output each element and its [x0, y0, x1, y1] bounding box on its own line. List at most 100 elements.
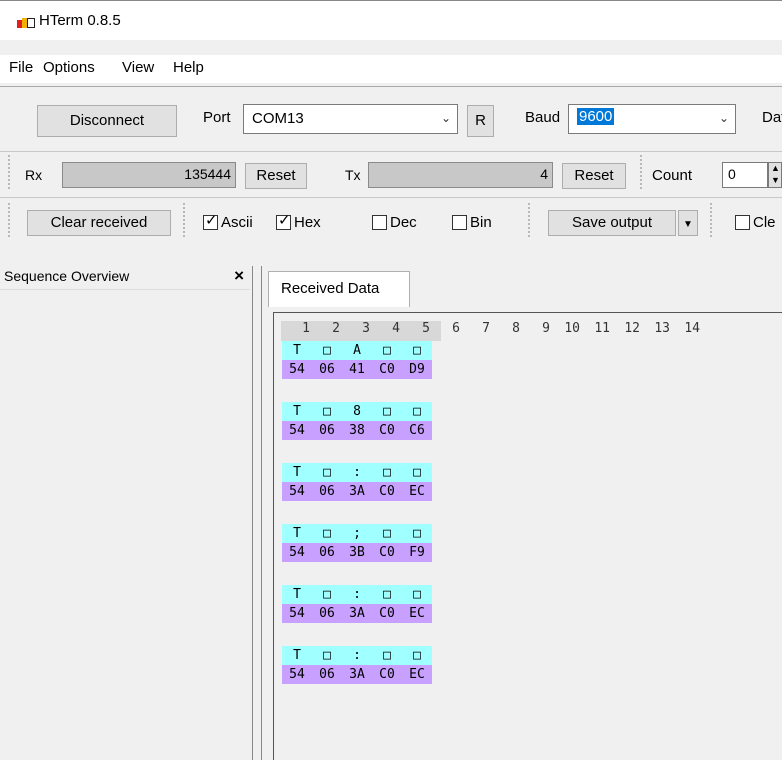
menu-help[interactable]: Help — [173, 59, 204, 76]
ascii-cell: T — [282, 585, 312, 604]
hex-cell: 54 — [282, 604, 312, 623]
save-output-button[interactable]: Save output — [548, 210, 676, 236]
hex-cell: 3A — [342, 665, 372, 684]
ascii-cell: □ — [402, 646, 432, 665]
tx-label: Tx — [345, 167, 361, 183]
sequence-overview-panel: Sequence Overview × — [0, 266, 250, 760]
refresh-ports-button[interactable]: R — [467, 105, 494, 137]
close-icon[interactable]: × — [234, 266, 244, 286]
ascii-cell: □ — [402, 524, 432, 543]
hex-cell: 06 — [312, 360, 342, 379]
tx-value: 4 — [540, 166, 548, 182]
chevron-down-icon: ⌄ — [440, 111, 451, 125]
column-header: 9 — [542, 321, 550, 336]
window-title: HTerm 0.8.5 — [39, 12, 121, 29]
clear-option-checkbox[interactable] — [735, 215, 750, 230]
port-select[interactable]: COM13 ⌄ — [243, 104, 458, 134]
bin-checkbox[interactable] — [452, 215, 467, 230]
hex-cell: 3A — [342, 604, 372, 623]
column-header: 6 — [452, 321, 460, 336]
toolbar-gripper[interactable] — [710, 203, 714, 237]
arrow-up-icon: ▲ — [771, 163, 780, 173]
ascii-cell: A — [342, 341, 372, 360]
ascii-cell: □ — [372, 646, 402, 665]
ascii-cell: T — [282, 402, 312, 421]
toolbar-gripper[interactable] — [8, 203, 12, 237]
ascii-cell: □ — [372, 524, 402, 543]
column-header: 13 — [654, 321, 670, 336]
menu-view[interactable]: View — [122, 59, 154, 76]
column-header: 14 — [684, 321, 700, 336]
menu-file[interactable]: File — [9, 59, 33, 76]
disconnect-button[interactable]: Disconnect — [37, 105, 177, 137]
ascii-cell: □ — [312, 585, 342, 604]
column-header: 11 — [594, 321, 610, 336]
ascii-cell: 8 — [342, 402, 372, 421]
hex-cell: 54 — [282, 543, 312, 562]
sequence-overview-title: Sequence Overview — [4, 268, 130, 284]
hex-cell: C0 — [372, 482, 402, 501]
ascii-cell: □ — [372, 402, 402, 421]
hex-cell: 41 — [342, 360, 372, 379]
tx-reset-button[interactable]: Reset — [562, 163, 626, 189]
hex-cell: 54 — [282, 360, 312, 379]
count-spinner[interactable]: 0 — [722, 162, 768, 188]
checkmark-icon: ✓ — [278, 212, 291, 229]
hex-checkbox[interactable]: ✓ — [276, 212, 291, 230]
sequence-overview-header: Sequence Overview × — [0, 266, 250, 290]
column-header: 10 — [564, 321, 580, 336]
ascii-cell: : — [342, 463, 372, 482]
ascii-checkbox[interactable]: ✓ — [203, 212, 218, 230]
hex-cell: 54 — [282, 482, 312, 501]
baud-value: 9600 — [577, 108, 615, 125]
hex-cell: 38 — [342, 421, 372, 440]
toolbar-divider — [0, 197, 782, 198]
ascii-cell: T — [282, 341, 312, 360]
app-icon — [17, 16, 35, 30]
hex-cell: C0 — [372, 421, 402, 440]
port-label: Port — [203, 109, 231, 126]
toolbar-gripper[interactable] — [640, 155, 644, 189]
spinner-arrows[interactable]: ▲ ▼ — [768, 162, 782, 188]
save-output-dropdown[interactable]: ▼ — [678, 210, 698, 236]
baud-label: Baud — [525, 109, 561, 126]
count-label: Count — [652, 167, 693, 184]
data-label: Data — [762, 109, 782, 126]
tab-received-data[interactable]: Received Data — [268, 271, 410, 307]
hex-cell: 06 — [312, 665, 342, 684]
column-header: 5 — [422, 321, 430, 336]
hex-cell: 06 — [312, 543, 342, 562]
menu-options[interactable]: Options — [43, 59, 95, 76]
ascii-cell: □ — [312, 402, 342, 421]
hex-cell: D9 — [402, 360, 432, 379]
panel-splitter[interactable] — [252, 266, 262, 760]
column-header: 3 — [362, 321, 370, 336]
dec-label: Dec — [390, 214, 417, 231]
ascii-cell: □ — [312, 646, 342, 665]
clear-received-button[interactable]: Clear received — [27, 210, 171, 236]
hex-cell: F9 — [402, 543, 432, 562]
toolbar-gripper[interactable] — [528, 203, 532, 237]
hex-cell: 06 — [312, 604, 342, 623]
ascii-cell: □ — [372, 463, 402, 482]
bin-label: Bin — [470, 214, 492, 231]
hex-cell: EC — [402, 604, 432, 623]
dec-checkbox[interactable] — [372, 215, 387, 230]
ascii-cell: ; — [342, 524, 372, 543]
hex-cell: C0 — [372, 360, 402, 379]
baud-select[interactable]: 9600 ⌄ — [568, 104, 736, 134]
caret-down-icon: ▼ — [683, 219, 693, 230]
rx-counter: 135444 — [62, 162, 236, 188]
rx-reset-button[interactable]: Reset — [245, 163, 307, 189]
received-data-view[interactable]: 1 2 3 4 5 6 7 8 9 10 11 12 13 14 T □ A □ □ 54 06 41 C0 D9 T □ 8 □ □… — [273, 312, 782, 760]
hex-cell: 3A — [342, 482, 372, 501]
toolbar-gripper[interactable] — [8, 155, 12, 189]
checkmark-icon: ✓ — [205, 212, 218, 229]
ascii-cell: T — [282, 524, 312, 543]
hex-cell: C0 — [372, 604, 402, 623]
toolbar-gripper[interactable] — [183, 203, 187, 237]
ascii-cell: □ — [402, 402, 432, 421]
ascii-cell: □ — [312, 524, 342, 543]
ascii-cell: T — [282, 646, 312, 665]
tab-received-data-label: Received Data — [281, 280, 380, 297]
